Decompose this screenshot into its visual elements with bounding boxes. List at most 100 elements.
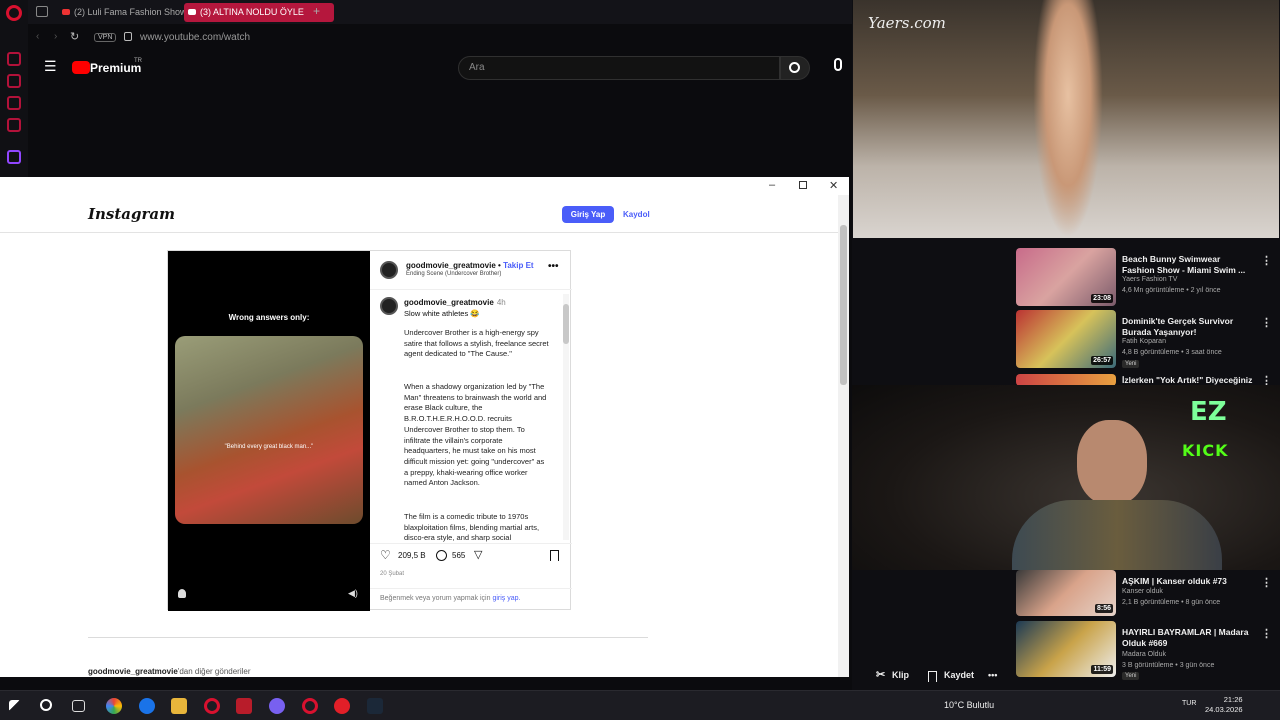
video-thumbnail[interactable]: 23:08 [1016,248,1116,306]
post-details: goodmovie_greatmovie • Takip Et Ending S… [370,251,572,611]
caption-first-line: Slow white athletes 😂 [404,309,480,318]
video-meta: 4,8 B görüntüleme • 3 saat önce [1122,349,1222,356]
forward-icon[interactable]: › [54,31,57,42]
runway-watermark: Yaers.com [868,14,946,32]
video-menu-icon[interactable]: ⋮ [1261,254,1272,267]
tab-altina-noldu[interactable]: (3) ALTINA NOLDU ÖYLE [184,3,334,22]
video-thumbnail[interactable]: 26:57 [1016,310,1116,368]
stream-overlay: Yaers.com 23:08 Beach Bunny Swimwear Fas… [852,0,1280,690]
video-channel[interactable]: Madara Olduk [1122,651,1166,658]
video-title[interactable]: Dominik'te Gerçek Survivor Burada Yaşanı… [1122,316,1252,338]
youtube-logo-icon[interactable] [72,61,90,74]
video-menu-icon[interactable]: ⋮ [1261,627,1272,640]
history-icon[interactable] [7,52,21,66]
edge-icon[interactable] [139,698,155,714]
search-button[interactable] [780,56,810,80]
folder-icon[interactable] [171,698,187,714]
follow-button[interactable]: Takip Et [503,261,534,270]
list-item[interactable]: 26:57 Dominik'te Gerçek Survivor Burada … [1016,310,1278,372]
caption-time: 4h [496,298,506,307]
chrome-icon[interactable] [106,698,122,714]
reload-icon[interactable]: ↻ [70,30,79,43]
search-input[interactable]: Ara [458,56,780,80]
scissors-icon[interactable]: ✂ [876,668,885,681]
runway-video[interactable]: Yaers.com [853,0,1279,238]
twitch-icon[interactable] [7,150,21,164]
more-posts-author[interactable]: goodmovie_greatmovie [88,667,178,676]
clock[interactable]: 21:26 24.03.2026 [1205,695,1243,715]
ez-logo: EZ [1190,397,1227,427]
windows-start-icon[interactable] [9,700,21,712]
scrollbar[interactable] [838,195,849,677]
workspace-icon[interactable] [36,6,48,17]
address-url[interactable]: www.youtube.com/watch [140,32,250,43]
avatar[interactable] [380,297,398,315]
weather-widget[interactable]: 10°C Bulutlu [944,700,994,710]
new-badge: Yeni [1122,360,1140,368]
divider [88,637,648,638]
search-icon[interactable] [40,699,52,711]
video-meta: 2,1 B görüntüleme • 8 gün önce [1122,599,1221,606]
minimize-icon[interactable]: – [769,179,775,191]
caption-scrollbar[interactable] [563,294,569,540]
reel-video[interactable]: Wrong answers only: "Behind every great … [168,251,370,611]
video-title[interactable]: Beach Bunny Swimwear Fashion Show - Miam… [1122,254,1252,276]
youtube-icon [188,9,196,15]
maximize-icon[interactable] [799,181,807,189]
video-thumbnail[interactable]: 8:56 [1016,570,1116,616]
opera-icon[interactable] [302,698,318,714]
language-indicator[interactable]: TUR [1182,700,1196,707]
list-item[interactable]: 23:08 Beach Bunny Swimwear Fashion Show … [1016,248,1278,310]
tab-bar: (2) Luli Fama Fashion Show (3) ALTINA NO… [28,0,852,24]
taskbar: 10°C Bulutlu TUR 21:26 24.03.2026 [0,690,1280,720]
save-icon[interactable] [928,671,937,682]
new-tab-button[interactable]: + [313,4,320,18]
video-channel[interactable]: Yaers Fashion TV [1122,276,1177,283]
opera-logo-icon[interactable] [6,5,22,21]
video-frame: "Behind every great black man..." [175,336,363,524]
mic-icon[interactable] [834,58,842,71]
avatar[interactable] [380,261,398,279]
shopping-icon[interactable] [7,74,21,88]
clip-button[interactable]: Klip [892,670,909,680]
instagram-logo[interactable]: Instagram [88,205,175,223]
vpn-badge[interactable]: VPN [94,33,117,42]
user-tag-icon[interactable] [178,589,186,598]
steam-icon[interactable] [367,698,383,714]
signup-link[interactable]: Kaydol [623,206,650,223]
video-menu-icon[interactable]: ⋮ [1261,576,1272,589]
video-channel[interactable]: Kanser olduk [1122,588,1163,595]
comment-icon[interactable] [436,550,447,561]
opera-gx-icon[interactable] [204,698,220,714]
login-button[interactable]: Giriş Yap [562,206,614,223]
author-link[interactable]: goodmovie_greatmovie [406,261,496,270]
caption-author-link[interactable]: goodmovie_greatmovie [404,298,494,307]
volume-icon[interactable]: ◀) [348,588,358,599]
video-menu-icon[interactable]: ⋮ [1261,316,1272,329]
video-channel[interactable]: Fatih Koparan [1122,338,1166,345]
task-view-icon[interactable] [72,700,85,712]
caption-scrollbar-thumb[interactable] [563,304,569,344]
more-options-icon[interactable]: ••• [548,261,559,272]
instagram-header: Instagram Giriş Yap Kaydol [0,195,838,233]
lock-icon[interactable] [124,32,132,41]
login-link[interactable]: giriş yap. [492,595,520,602]
discord-icon[interactable] [269,698,285,714]
audio-label[interactable]: Ending Scene (Undercover Brother) [406,271,501,277]
video-title[interactable]: AŞKIM | Kanser olduk #73 [1122,576,1252,587]
bookmark-icon[interactable] [550,550,559,561]
snapshot-icon[interactable] [7,118,21,132]
close-icon[interactable]: ✕ [829,179,838,192]
opera-browser-icon[interactable] [334,698,350,714]
save-button[interactable]: Kaydet [944,670,974,680]
more-actions-button[interactable]: ••• [988,670,997,680]
scrollbar-thumb[interactable] [840,225,847,385]
instagram-post: Wrong answers only: "Behind every great … [167,250,572,611]
messenger-icon[interactable] [7,96,21,110]
video-editor-icon[interactable] [236,698,252,714]
menu-icon[interactable]: ☰ [44,58,57,75]
like-icon[interactable]: ♡ [380,548,391,562]
share-icon[interactable]: ▽ [474,548,482,561]
video-title[interactable]: HAYIRLI BAYRAMLAR | Madara Olduk #669 [1122,627,1252,649]
back-icon[interactable]: ‹ [36,31,39,42]
